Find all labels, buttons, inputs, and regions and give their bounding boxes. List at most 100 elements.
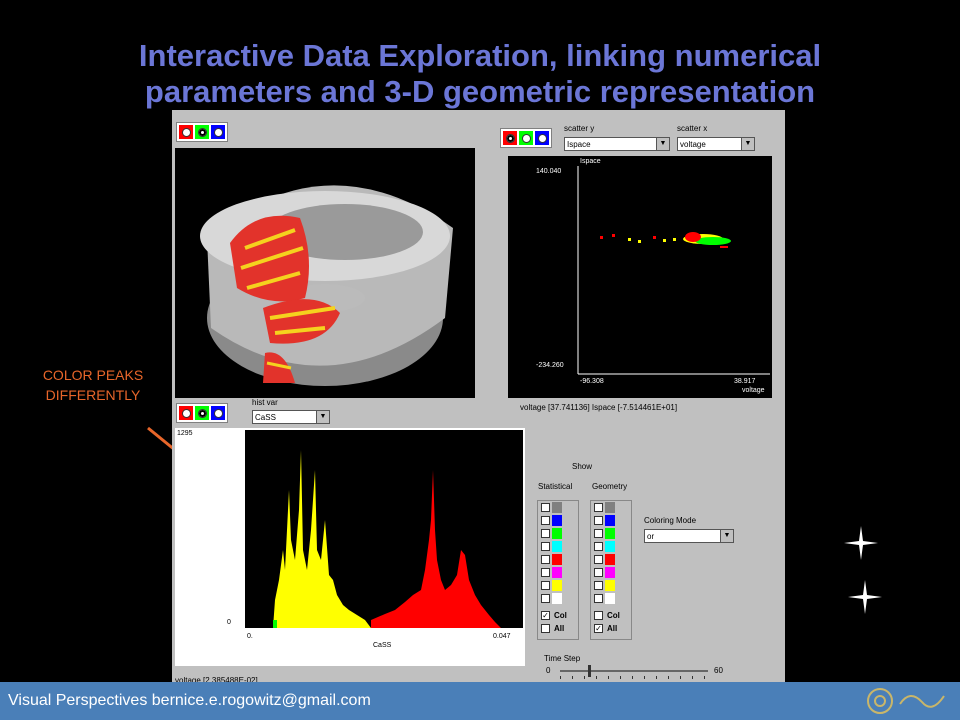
annotation-line1: COLOR PEAKS [42,367,144,383]
scatter-points [577,166,770,375]
geom-all-label: All [607,624,618,633]
geometry-checklist: Col ✓ All [590,500,632,640]
swatch-white [605,593,615,604]
hist-y-max: 1295 [177,430,193,437]
geom-col-check[interactable] [594,611,603,620]
blue-radio[interactable] [535,131,549,145]
geom-all-check[interactable]: ✓ [594,624,603,633]
annotation: COLOR PEAKS DIFFERENTLY [18,365,168,405]
view3d-color-radios [176,122,228,142]
stat-check-8[interactable] [541,594,550,603]
chevron-down-icon: ▼ [741,138,754,150]
swatch-red [552,554,562,565]
hist-x-max: 0.047 [493,633,511,640]
coloring-mode-label: Coloring Mode [644,516,697,525]
scatter-color-radios [500,128,552,148]
scatter-y-value: Ispace [567,140,591,149]
footer-bar: Visual Perspectives bernice.e.rogowitz@g… [0,682,960,720]
scatter-y-select[interactable]: Ispace ▼ [564,137,670,151]
stat-check-4[interactable] [541,542,550,551]
swatch-green [552,528,562,539]
blue-radio[interactable] [211,406,225,420]
swatch-cyan [605,541,615,552]
swatch-blue [605,515,615,526]
slide-title: Interactive Data Exploration, linking nu… [40,38,920,110]
show-title: Show [572,462,593,471]
statistical-label: Statistical [538,482,573,491]
geom-check-1[interactable] [594,503,603,512]
geom-col-label: Col [607,611,620,620]
stat-check-7[interactable] [541,581,550,590]
swatch-yellow [552,580,562,591]
hist-bars [273,450,501,628]
hist-x-min: 0. [247,633,253,640]
geom-check-2[interactable] [594,516,603,525]
green-radio[interactable] [195,125,209,139]
scatter-y-label: scatter y [564,124,595,133]
scatter-x-label: scatter x [677,124,708,133]
stat-check-3[interactable] [541,529,550,538]
stat-check-2[interactable] [541,516,550,525]
view3d-canvas[interactable] [175,148,475,398]
time-step-label: Time Step [544,654,581,663]
swatch-white [552,593,562,604]
scatter-x-select[interactable]: voltage ▼ [677,137,755,151]
green-radio[interactable] [195,406,209,420]
swatch-green [605,528,615,539]
hist-var-label: hist var [252,398,278,407]
chevron-down-icon: ▼ [720,530,733,542]
sparkle-icon [848,580,882,614]
hist-plot[interactable] [245,430,523,628]
sparkle-icon [844,526,878,560]
time-step-slider[interactable] [560,665,708,677]
geometry-label: Geometry [592,482,628,491]
hist-var-value: CaSS [255,413,276,422]
geom-check-6[interactable] [594,568,603,577]
hist-color-radios [176,403,228,423]
annotation-line2: DIFFERENTLY [45,387,141,403]
swatch-yellow [605,580,615,591]
swatch-gray [605,502,615,513]
decorative-swirl-icon [867,688,945,714]
coloring-mode-select[interactable]: or ▼ [644,529,734,543]
scatter-x-value: voltage [680,140,706,149]
geom-check-3[interactable] [594,529,603,538]
scatter-plot[interactable]: Ispace 140.040 -234.260 -96.308 38.917 v… [508,156,772,398]
swatch-magenta [552,567,562,578]
blue-radio[interactable] [211,125,225,139]
slide-title-line2: parameters and 3-D geometric representat… [144,74,816,109]
stat-check-5[interactable] [541,555,550,564]
green-radio[interactable] [519,131,533,145]
swatch-red [605,554,615,565]
swatch-magenta [605,567,615,578]
time-step-min: 0 [546,666,551,675]
stat-all-check[interactable] [541,624,550,633]
slide-title-line1: Interactive Data Exploration, linking nu… [138,38,822,73]
geom-check-5[interactable] [594,555,603,564]
geom-check-8[interactable] [594,594,603,603]
stat-check-6[interactable] [541,568,550,577]
red-radio[interactable] [503,131,517,145]
swatch-cyan [552,541,562,552]
time-step-max: 60 [714,666,723,675]
chevron-down-icon: ▼ [316,411,329,423]
app-window: scatter y Ispace ▼ scatter x voltage ▼ I… [172,110,785,688]
statistical-checklist: ✓ Col All [537,500,579,640]
hist-panel: 1295 0 0. 0.047 CaSS [175,428,525,666]
scatter-readout: voltage [37.741136] Ispace [-7.514461E+0… [520,403,678,412]
hist-var-select[interactable]: CaSS ▼ [252,410,330,424]
hist-x-axis-name: CaSS [373,642,392,649]
stat-col-check[interactable]: ✓ [541,611,550,620]
chevron-down-icon: ▼ [656,138,669,150]
stat-check-1[interactable] [541,503,550,512]
geom-check-4[interactable] [594,542,603,551]
swatch-blue [552,515,562,526]
geom-check-7[interactable] [594,581,603,590]
coloring-mode-value: or [647,532,655,541]
red-radio[interactable] [179,406,193,420]
red-radio[interactable] [179,125,193,139]
footer-text: Visual Perspectives bernice.e.rogowitz@g… [8,692,371,709]
stat-col-label: Col [554,611,567,620]
heart-geometry-render [200,185,453,386]
hist-y-min: 0 [227,619,231,626]
